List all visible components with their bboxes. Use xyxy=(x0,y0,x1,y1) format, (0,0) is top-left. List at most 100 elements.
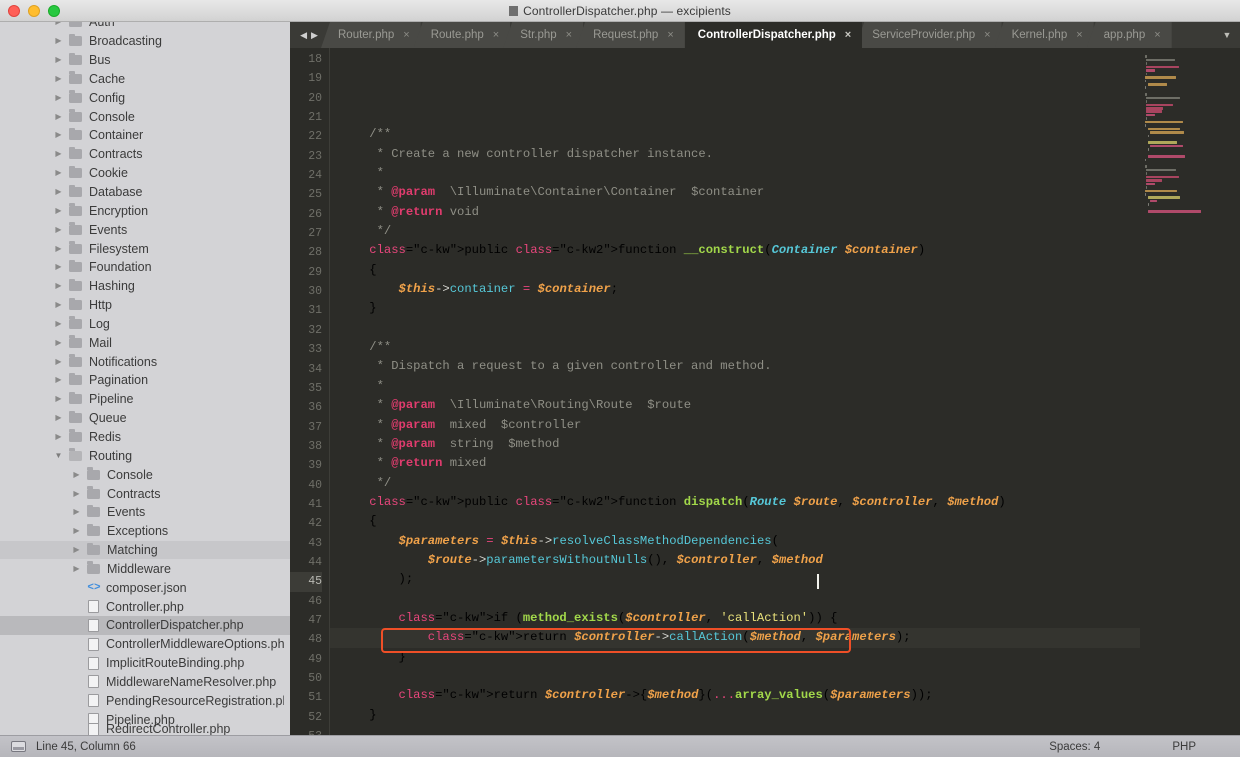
chevron-right-icon[interactable]: ▶ xyxy=(53,37,64,45)
code-line[interactable]: * @param \Illuminate\Container\Container… xyxy=(340,183,1240,202)
chevron-right-icon[interactable]: ▶ xyxy=(311,30,318,41)
chevron-right-icon[interactable]: ▶ xyxy=(53,414,64,422)
tree-folder-item[interactable]: ▶Redis xyxy=(0,428,290,447)
chevron-right-icon[interactable]: ▶ xyxy=(53,339,64,347)
editor-tab[interactable]: Str.php× xyxy=(503,22,583,48)
code-line[interactable] xyxy=(340,667,1240,686)
code-line[interactable]: * Create a new controller dispatcher ins… xyxy=(340,145,1240,164)
code-line[interactable]: $parameters = $this->resolveClassMethodD… xyxy=(340,532,1240,551)
code-line[interactable]: * xyxy=(340,164,1240,183)
tree-file-item[interactable]: <>composer.json xyxy=(0,578,290,597)
close-tab-icon[interactable]: × xyxy=(566,30,572,41)
chevron-right-icon[interactable]: ▶ xyxy=(53,320,64,328)
tree-file-item[interactable]: MiddlewareNameResolver.php xyxy=(0,673,290,692)
code-line[interactable]: * @return mixed xyxy=(340,454,1240,473)
close-tab-icon[interactable]: × xyxy=(984,30,990,41)
close-tab-icon[interactable]: × xyxy=(1154,30,1160,41)
tree-file-item[interactable]: RedirectController.php xyxy=(0,720,290,735)
code-line[interactable]: } xyxy=(340,648,1240,667)
code-line[interactable] xyxy=(340,106,1240,125)
chevron-right-icon[interactable]: ▶ xyxy=(53,395,64,403)
code-line[interactable] xyxy=(340,725,1240,735)
code-line[interactable]: /** xyxy=(340,338,1240,357)
tree-folder-item[interactable]: ▶Matching xyxy=(0,541,290,560)
code-minimap[interactable] xyxy=(1140,48,1240,735)
code-line[interactable] xyxy=(340,590,1240,609)
code-line[interactable]: } xyxy=(340,299,1240,318)
chevron-right-icon[interactable]: ▶ xyxy=(71,508,82,516)
chevron-right-icon[interactable]: ▶ xyxy=(53,188,64,196)
code-line[interactable] xyxy=(340,319,1240,338)
tree-folder-item[interactable]: ▶Mail xyxy=(0,333,290,352)
code-line[interactable]: class="c-kw">return $controller->callAct… xyxy=(330,628,1240,647)
code-line[interactable]: $this->container = $container; xyxy=(340,280,1240,299)
tree-folder-item[interactable]: ▶Filesystem xyxy=(0,239,290,258)
chevron-right-icon[interactable]: ▶ xyxy=(53,263,64,271)
tree-folder-item[interactable]: ▶Events xyxy=(0,220,290,239)
chevron-right-icon[interactable]: ▶ xyxy=(53,282,64,290)
tab-navigation-arrows[interactable]: ◀ ▶ xyxy=(290,22,328,48)
code-line[interactable]: class="c-kw">public class="c-kw2">functi… xyxy=(340,493,1240,512)
chevron-left-icon[interactable]: ◀ xyxy=(300,30,307,41)
code-area[interactable]: 1819202122232425262728293031323334353637… xyxy=(290,48,1240,735)
code-line[interactable]: * xyxy=(340,377,1240,396)
tree-folder-item[interactable]: ▶Cache xyxy=(0,70,290,89)
tree-file-item[interactable]: ImplicitRouteBinding.php xyxy=(0,654,290,673)
chevron-right-icon[interactable]: ▶ xyxy=(53,226,64,234)
close-tab-icon[interactable]: × xyxy=(403,30,409,41)
editor-tab[interactable]: Route.php× xyxy=(414,22,511,48)
tree-folder-item[interactable]: ▶Hashing xyxy=(0,277,290,296)
tree-file-item[interactable]: PendingResourceRegistration.php xyxy=(0,691,290,710)
file-tree-sidebar[interactable]: ▶Auth▶Broadcasting▶Bus▶Cache▶Config▶Cons… xyxy=(0,22,290,735)
chevron-right-icon[interactable]: ▶ xyxy=(53,131,64,139)
editor-tab[interactable]: Request.php× xyxy=(576,22,685,48)
tree-folder-item[interactable]: ▶Log xyxy=(0,315,290,334)
tree-folder-item[interactable]: ▶Exceptions xyxy=(0,522,290,541)
tree-folder-item[interactable]: ▶Encryption xyxy=(0,201,290,220)
chevron-right-icon[interactable]: ▶ xyxy=(53,433,64,441)
editor-tab[interactable]: ServiceProvider.php× xyxy=(855,22,1001,48)
close-tab-icon[interactable]: × xyxy=(1076,30,1082,41)
tree-folder-item[interactable]: ▶Foundation xyxy=(0,258,290,277)
tree-folder-item[interactable]: ▶Broadcasting xyxy=(0,32,290,51)
code-line[interactable]: { xyxy=(340,512,1240,531)
editor-tab[interactable]: Kernel.php× xyxy=(995,22,1094,48)
sidebar-toggle-icon[interactable] xyxy=(11,741,26,752)
chevron-right-icon[interactable]: ▶ xyxy=(53,94,64,102)
chevron-right-icon[interactable]: ▶ xyxy=(71,565,82,573)
tree-folder-item[interactable]: ▶Cookie xyxy=(0,164,290,183)
chevron-down-icon[interactable]: ▼ xyxy=(1214,22,1240,48)
chevron-right-icon[interactable]: ▶ xyxy=(53,358,64,366)
tree-folder-item[interactable]: ▶Database xyxy=(0,183,290,202)
tree-folder-item[interactable]: ▶Notifications xyxy=(0,352,290,371)
code-line[interactable]: $route->parametersWithoutNulls(), $contr… xyxy=(340,551,1240,570)
tree-folder-item[interactable]: ▶Bus xyxy=(0,51,290,70)
chevron-right-icon[interactable]: ▶ xyxy=(53,169,64,177)
tree-folder-item[interactable]: ▶Queue xyxy=(0,409,290,428)
tree-file-item[interactable]: ControllerDispatcher.php xyxy=(0,616,290,635)
close-tab-icon[interactable]: × xyxy=(845,30,851,41)
tree-folder-item[interactable]: ▶Contracts xyxy=(0,145,290,164)
close-tab-icon[interactable]: × xyxy=(667,30,673,41)
chevron-right-icon[interactable]: ▶ xyxy=(53,56,64,64)
tree-folder-item[interactable]: ▶Pagination xyxy=(0,371,290,390)
tree-folder-item[interactable]: ▶Config xyxy=(0,88,290,107)
close-tab-icon[interactable]: × xyxy=(493,30,499,41)
code-line[interactable]: } xyxy=(340,706,1240,725)
tree-file-item[interactable]: ControllerMiddlewareOptions.php xyxy=(0,635,290,654)
tree-folder-item[interactable]: ▼Routing xyxy=(0,446,290,465)
chevron-right-icon[interactable]: ▶ xyxy=(53,245,64,253)
chevron-right-icon[interactable]: ▶ xyxy=(53,301,64,309)
chevron-right-icon[interactable]: ▶ xyxy=(53,22,64,26)
tree-folder-item[interactable]: ▶Auth xyxy=(0,22,290,32)
indentation-setting[interactable]: Spaces: 4 xyxy=(1049,741,1100,753)
code-line[interactable]: */ xyxy=(340,222,1240,241)
language-mode[interactable]: PHP xyxy=(1172,741,1196,753)
chevron-right-icon[interactable]: ▶ xyxy=(53,207,64,215)
tree-folder-item[interactable]: ▶Pipeline xyxy=(0,390,290,409)
code-line[interactable]: * @param string $method xyxy=(340,435,1240,454)
editor-tab[interactable]: Router.php× xyxy=(321,22,421,48)
chevron-right-icon[interactable]: ▶ xyxy=(53,75,64,83)
code-line[interactable]: class="c-kw">return $controller->{$metho… xyxy=(340,686,1240,705)
editor-tab[interactable]: ControllerDispatcher.php× xyxy=(685,22,862,48)
